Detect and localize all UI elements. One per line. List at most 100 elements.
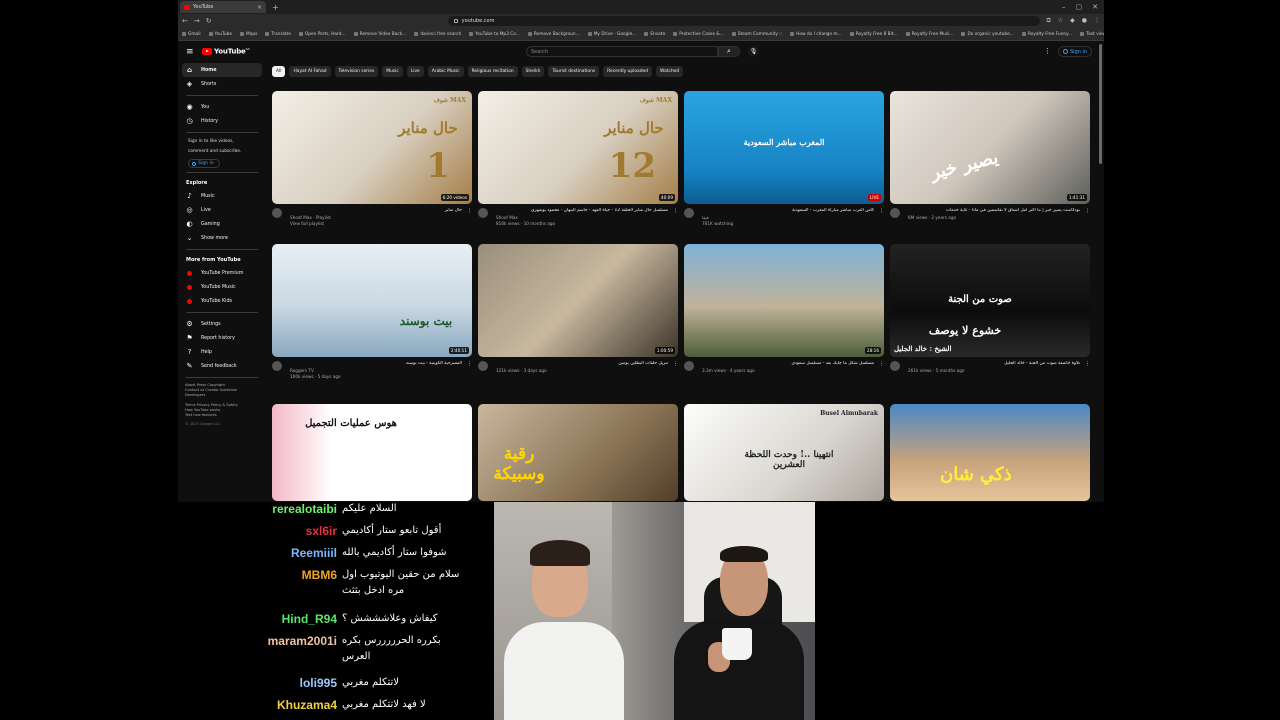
bookmark-item[interactable]: Maps bbox=[240, 32, 257, 37]
channel-name[interactable]: فيفا bbox=[702, 215, 874, 220]
reload-icon[interactable]: ↻ bbox=[206, 17, 212, 25]
filter-chip[interactable]: All bbox=[272, 66, 286, 77]
video-card[interactable]: هوس عمليات التجميل bbox=[272, 404, 472, 501]
video-menu-icon[interactable]: ⋮ bbox=[467, 361, 472, 367]
sidebar-item[interactable]: ◎ Live bbox=[178, 203, 266, 217]
bookmark-item[interactable]: How do I change m... bbox=[790, 32, 842, 37]
sidebar-item[interactable]: YouTube Premium bbox=[178, 266, 266, 280]
filter-chip[interactable]: Live bbox=[406, 66, 424, 77]
bookmark-item[interactable]: Translate bbox=[265, 32, 291, 37]
extension-icon[interactable]: ◆ bbox=[1070, 17, 1075, 25]
video-thumbnail[interactable]: المغرب مباشر السعودية LIVE bbox=[684, 91, 884, 204]
menu-icon[interactable]: ⋮ bbox=[1094, 17, 1100, 25]
video-thumbnail[interactable]: هوس عمليات التجميل bbox=[272, 404, 472, 501]
search-button[interactable]: ⌕ bbox=[718, 46, 740, 57]
filter-chip[interactable]: Tourist destinations bbox=[548, 66, 600, 77]
channel-avatar[interactable] bbox=[684, 208, 694, 218]
video-card[interactable]: 28:16 مسلسل شكل ما جابك بعد - مسلسل سعودي… bbox=[684, 244, 884, 387]
video-thumbnail[interactable]: رقية وسبيكة bbox=[478, 404, 678, 501]
channel-avatar[interactable] bbox=[478, 361, 488, 371]
sidebar-item[interactable]: ⚑ Report history bbox=[178, 331, 266, 345]
channel-avatar[interactable] bbox=[684, 361, 694, 371]
sidebar-item[interactable]: YouTube Kids bbox=[178, 294, 266, 308]
filter-chip[interactable]: Religious recitation bbox=[467, 66, 518, 77]
bookmark-item[interactable]: Steam Community :: bbox=[731, 32, 782, 37]
channel-avatar[interactable] bbox=[272, 208, 282, 218]
hamburger-menu-icon[interactable]: ≡ bbox=[186, 47, 200, 57]
sidebar-item[interactable]: ◐ Gaming bbox=[178, 217, 266, 231]
bookmark-item[interactable]: Protective Cases &... bbox=[673, 32, 724, 37]
channel-avatar[interactable] bbox=[890, 361, 900, 371]
channel-avatar[interactable] bbox=[890, 208, 900, 218]
video-card[interactable]: خشوع لا يوصف صوت من الجنة الشيخ : خالد الج… bbox=[890, 244, 1090, 387]
bookmark-item[interactable]: Open Ports, Hard... bbox=[298, 32, 346, 37]
video-thumbnail[interactable]: حال مناير 12 شوف MAX 40:09 bbox=[478, 91, 678, 204]
sign-in-button[interactable]: Sign in bbox=[1058, 46, 1093, 57]
forward-icon[interactable]: → bbox=[194, 17, 200, 25]
tab-youtube[interactable]: YouTube × bbox=[180, 1, 266, 13]
video-thumbnail[interactable]: 1:00:59 bbox=[478, 244, 678, 357]
video-card[interactable]: 1:00:59 تنزيل حلقات البطلين يومين 121k vie… bbox=[478, 244, 678, 387]
filter-chip[interactable]: Television series bbox=[334, 66, 379, 77]
filter-chip[interactable]: Music bbox=[382, 66, 403, 77]
video-thumbnail[interactable]: ذكي شان bbox=[890, 404, 1090, 501]
back-icon[interactable]: ← bbox=[182, 17, 188, 25]
bookmark-item[interactable]: Remove Backgroun... bbox=[527, 32, 580, 37]
video-thumbnail[interactable]: خشوع لا يوصف صوت من الجنة الشيخ : خالد الج… bbox=[890, 244, 1090, 357]
video-title[interactable]: تنزيل حلقات البطلين يومين bbox=[496, 361, 668, 366]
bookmark-item[interactable]: YouTube bbox=[208, 32, 232, 37]
channel-name[interactable]: Roggers TV bbox=[290, 368, 462, 373]
filter-chip[interactable]: Recently uploaded bbox=[603, 66, 653, 77]
sidebar-item[interactable]: ✎ Send feedback bbox=[178, 359, 266, 373]
bookmark-item[interactable]: Envato bbox=[644, 32, 665, 37]
settings-menu-icon[interactable]: ⋮ bbox=[1044, 47, 1051, 55]
channel-name[interactable]: Shoof Max · Playlist bbox=[290, 215, 462, 220]
bookmark-item[interactable]: Royalty Free 8 Bit... bbox=[849, 32, 898, 37]
bookmark-item[interactable]: Gmail bbox=[182, 32, 201, 37]
sidebar-item[interactable]: ⌂ Home bbox=[182, 63, 262, 77]
video-title[interactable]: كأس العرب مباشر مباراة المغرب - السعودية bbox=[702, 208, 874, 213]
bookmark-item[interactable]: My Drive - Google... bbox=[587, 32, 636, 37]
footer-links[interactable]: About Press Copyright Contact us Creator… bbox=[178, 382, 266, 399]
video-title[interactable]: تلاوة خاشعة صوت من الجنة - خالد الجليل bbox=[908, 361, 1080, 366]
video-card[interactable]: انتهينا ..! وحدت اللحظة العشرين Busel Alm… bbox=[684, 404, 884, 501]
video-card[interactable]: ذكي شان bbox=[890, 404, 1090, 501]
filter-chip[interactable]: Sheikh bbox=[521, 66, 545, 77]
video-thumbnail[interactable]: 28:16 bbox=[684, 244, 884, 357]
video-menu-icon[interactable]: ⋮ bbox=[673, 361, 678, 367]
video-menu-icon[interactable]: ⋮ bbox=[879, 208, 884, 214]
sidebar-item[interactable]: ◷ History bbox=[178, 114, 266, 128]
sidebar-item[interactable]: ⚙ Settings bbox=[178, 317, 266, 331]
filter-chip[interactable]: Watched bbox=[656, 66, 684, 77]
sidebar-sign-in-button[interactable]: Sign in bbox=[188, 159, 220, 168]
star-icon[interactable]: ☆ bbox=[1058, 17, 1063, 25]
video-thumbnail[interactable]: انتهينا ..! وحدت اللحظة العشرين Busel Alm… bbox=[684, 404, 884, 501]
video-title[interactable]: مسلسل شكل ما جابك بعد - مسلسل سعودي bbox=[702, 361, 874, 366]
video-title[interactable]: حال مناير bbox=[290, 208, 462, 213]
bookmark-item[interactable]: davinci free search bbox=[414, 32, 461, 37]
video-menu-icon[interactable]: ⋮ bbox=[1085, 208, 1090, 214]
video-card[interactable]: بيت بوسند 2:40:11 المسرحية الكويتية - بيت … bbox=[272, 244, 472, 387]
new-tab-icon[interactable]: + bbox=[272, 3, 279, 12]
scrollbar[interactable] bbox=[1099, 44, 1102, 164]
address-bar[interactable]: youtube.com bbox=[447, 16, 1041, 26]
site-info-icon[interactable] bbox=[453, 19, 458, 23]
bookmark-item[interactable]: Remove Video Back... bbox=[353, 32, 406, 37]
video-thumbnail[interactable]: يصير خير 1:41:31 bbox=[890, 91, 1090, 204]
sidebar-item[interactable]: ♪ Music bbox=[178, 189, 266, 203]
minimize-icon[interactable]: – bbox=[1062, 3, 1066, 11]
bookmark-item[interactable]: YouTube to Mp3 Co... bbox=[469, 32, 520, 37]
voice-search-icon[interactable]: 🎙 bbox=[748, 46, 759, 57]
youtube-logo[interactable]: YouTubeSA bbox=[202, 47, 250, 56]
sidebar-item[interactable]: ? Help bbox=[178, 345, 266, 359]
bookmark-item[interactable]: Royalty Free Musi... bbox=[905, 32, 953, 37]
close-tab-icon[interactable]: × bbox=[257, 4, 262, 11]
footer-links[interactable]: Terms Privacy Policy & Safety How YouTub… bbox=[178, 402, 266, 419]
bookmark-item[interactable]: Do organic youtube... bbox=[961, 32, 1014, 37]
search-input[interactable]: Search bbox=[526, 46, 718, 57]
close-window-icon[interactable]: ✕ bbox=[1092, 3, 1098, 11]
profile-icon[interactable]: ● bbox=[1082, 17, 1087, 25]
filter-chip[interactable]: Arabic Music bbox=[427, 66, 464, 77]
bookmark-item[interactable]: Text view React com... bbox=[1080, 32, 1104, 37]
video-menu-icon[interactable]: ⋮ bbox=[1085, 361, 1090, 367]
